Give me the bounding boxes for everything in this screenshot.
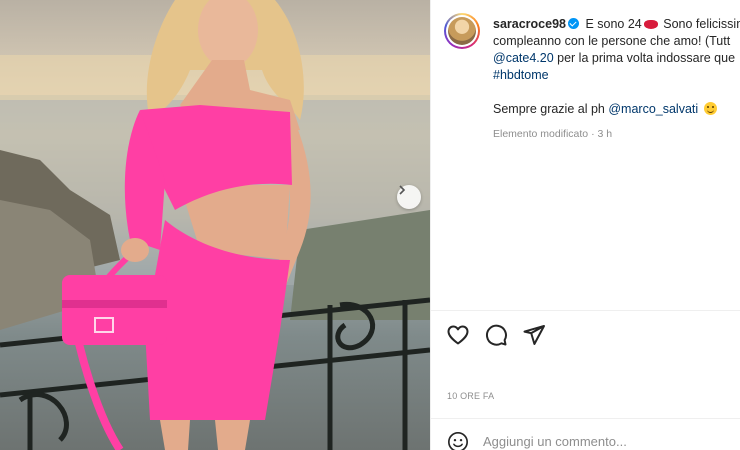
paper-plane-icon[interactable] — [522, 323, 546, 347]
post-caption: saracroce98 E sono 24 Sono felicissim co… — [431, 0, 740, 310]
legs — [160, 420, 250, 450]
mention-photographer-link[interactable]: @marco_salvati — [608, 102, 698, 116]
handbag — [62, 275, 167, 345]
lips-emoji-icon — [643, 20, 658, 29]
smile-emoji-icon — [703, 102, 717, 115]
handbag-flap — [62, 300, 167, 308]
caption-line-3-rest: per la prima volta indossare que — [557, 51, 736, 65]
post-panel: saracroce98 E sono 24 Sono felicissim co… — [430, 0, 740, 450]
edited-time[interactable]: 3 h — [597, 128, 612, 140]
caption-line-4: #hbdtome — [493, 67, 740, 84]
caption-part-2: Sono felicissim — [663, 17, 740, 31]
hashtag-link[interactable]: #hbdtome — [493, 68, 549, 82]
edited-meta: Elemento modificato · 3 h — [493, 126, 740, 143]
smiley-icon[interactable] — [447, 431, 469, 450]
add-comment-row — [431, 418, 740, 450]
avatar[interactable] — [444, 13, 480, 49]
avatar-border — [446, 15, 478, 47]
comment-bubble-icon[interactable] — [484, 323, 508, 347]
caption-line-1: saracroce98 E sono 24 Sono felicissim — [493, 16, 740, 33]
next-photo-button[interactable] — [397, 185, 421, 209]
caption-line-3: @cate4.20 per la prima volta indossare q… — [493, 50, 740, 67]
post-timestamp[interactable]: 10 ORE FA — [447, 391, 494, 401]
caption-text: saracroce98 E sono 24 Sono felicissim co… — [493, 16, 740, 143]
comment-input[interactable] — [483, 430, 733, 450]
caption-line-2: compleanno con le persone che amo! (Tutt — [493, 34, 731, 48]
caption-gap — [493, 84, 740, 101]
edited-label: Elemento modificato — [493, 128, 589, 140]
thanks-text: Sempre grazie al ph — [493, 102, 605, 116]
edited-separator: · — [591, 128, 595, 140]
mention-cate-link[interactable]: @cate4.20 — [493, 51, 554, 65]
caption-part-1: E sono 24 — [585, 17, 642, 31]
heart-icon[interactable] — [446, 323, 470, 347]
post-photo[interactable] — [0, 0, 430, 450]
username-link[interactable]: saracroce98 — [493, 17, 566, 31]
hand — [121, 238, 149, 262]
action-bar — [431, 310, 740, 360]
avatar-image — [448, 17, 476, 45]
chevron-right-icon — [399, 185, 406, 195]
photo-illustration — [0, 0, 430, 450]
verified-badge-icon — [567, 18, 579, 29]
caption-line-5: Sempre grazie al ph @marco_salvati — [493, 101, 740, 118]
